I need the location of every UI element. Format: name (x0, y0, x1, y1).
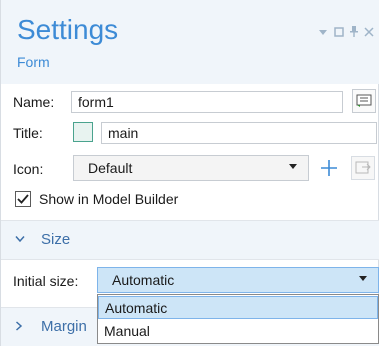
window-controls (318, 24, 374, 42)
icon-label: Icon: (13, 161, 44, 177)
title-color-swatch[interactable] (73, 122, 93, 142)
icon-select[interactable]: Default (73, 155, 309, 181)
section-margins-label: Margin (41, 318, 87, 335)
plus-icon[interactable] (317, 156, 341, 180)
chevron-down-icon[interactable] (318, 24, 328, 42)
chevron-right-icon (15, 320, 23, 334)
dropdown-option-manual[interactable]: Manual (98, 320, 378, 343)
initial-size-select-value: Automatic (112, 272, 175, 288)
name-field[interactable]: form1 (71, 91, 343, 113)
initial-size-dropdown-list: Automatic Manual (97, 294, 379, 344)
settings-panel: Settings Form Name: form1 Title: main Ic… (0, 0, 379, 346)
initial-size-select[interactable]: Automatic (97, 267, 379, 293)
title-label: Title: (13, 125, 43, 141)
name-label: Name: (13, 94, 55, 110)
show-in-model-builder-checkbox[interactable] (15, 191, 31, 207)
section-size-label: Size (41, 231, 71, 248)
icon-select-value: Default (88, 160, 133, 176)
edit-label-icon[interactable] (352, 89, 376, 113)
check-icon (17, 194, 29, 204)
caret-down-icon (358, 272, 368, 286)
chevron-down-icon (15, 232, 25, 246)
initial-size-label: Initial size: (13, 273, 79, 289)
dropdown-option-automatic[interactable]: Automatic (98, 296, 378, 319)
caret-down-icon (288, 160, 298, 174)
close-icon[interactable] (364, 24, 374, 42)
import-icon[interactable] (351, 156, 375, 180)
show-in-model-builder-label: Show in Model Builder (39, 191, 179, 207)
settings-header: Settings Form (1, 0, 379, 84)
restore-icon[interactable] (334, 24, 344, 42)
title-field[interactable]: main (101, 122, 377, 144)
pin-icon[interactable] (350, 24, 358, 42)
divider (1, 259, 379, 260)
page-title: Settings (17, 14, 119, 45)
page-subtitle: Form (17, 54, 50, 70)
section-size-header[interactable]: Size (1, 221, 379, 259)
